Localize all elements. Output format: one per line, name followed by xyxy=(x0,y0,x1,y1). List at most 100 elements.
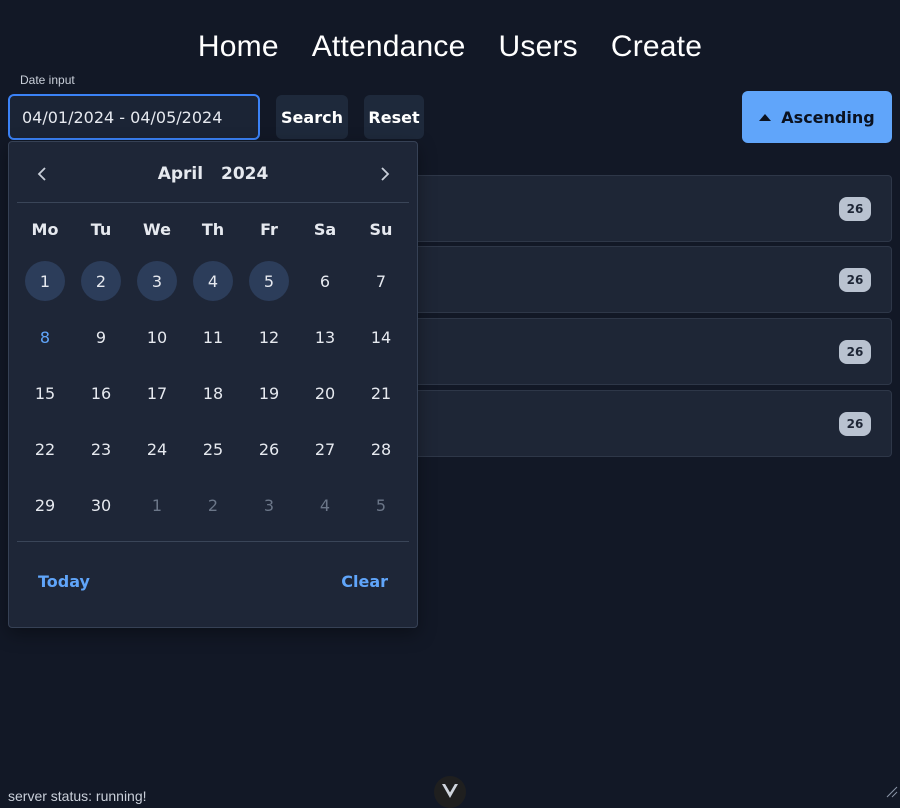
calendar-day[interactable]: 24 xyxy=(129,421,185,477)
reset-button[interactable]: Reset xyxy=(364,95,424,139)
calendar-day-number: 4 xyxy=(305,485,345,525)
nav-users[interactable]: Users xyxy=(499,30,578,64)
weekday-label: Su xyxy=(353,220,409,239)
date-range-input[interactable] xyxy=(8,94,260,140)
count-badge: 26 xyxy=(839,268,871,292)
calendar-day[interactable]: 1 xyxy=(17,253,73,309)
calendar-day-number: 17 xyxy=(137,373,177,413)
calendar-day-number: 15 xyxy=(25,373,65,413)
calendar-day[interactable]: 21 xyxy=(353,365,409,421)
calendar-day[interactable]: 26 xyxy=(241,421,297,477)
calendar-day-number: 14 xyxy=(361,317,401,357)
calendar-year[interactable]: 2024 xyxy=(221,164,268,184)
list-item[interactable]: 26 xyxy=(400,390,892,457)
calendar-day[interactable]: 3 xyxy=(129,253,185,309)
triangle-up-icon xyxy=(759,114,771,121)
chevron-right-icon xyxy=(379,166,391,182)
calendar-day[interactable]: 11 xyxy=(185,309,241,365)
calendar-day-number: 16 xyxy=(81,373,121,413)
calendar-day-number: 4 xyxy=(193,261,233,301)
calendar-day-number: 12 xyxy=(249,317,289,357)
calendar-day[interactable]: 20 xyxy=(297,365,353,421)
calendar-day-number: 1 xyxy=(25,261,65,301)
search-button[interactable]: Search xyxy=(276,95,348,139)
today-button[interactable]: Today xyxy=(38,572,90,591)
calendar-day[interactable]: 4 xyxy=(297,477,353,533)
calendar-day-number: 22 xyxy=(25,429,65,469)
calendar-day[interactable]: 29 xyxy=(17,477,73,533)
calendar-day-number: 1 xyxy=(137,485,177,525)
devtools-button[interactable] xyxy=(434,776,466,808)
calendar-day-number: 7 xyxy=(361,261,401,301)
calendar-day[interactable]: 16 xyxy=(73,365,129,421)
calendar-day[interactable]: 5 xyxy=(353,477,409,533)
calendar-day[interactable]: 2 xyxy=(185,477,241,533)
resize-grip-icon[interactable] xyxy=(884,784,898,798)
calendar-day-number: 27 xyxy=(305,429,345,469)
calendar-day-number: 3 xyxy=(137,261,177,301)
calendar-day[interactable]: 10 xyxy=(129,309,185,365)
calendar-month[interactable]: April xyxy=(158,164,203,184)
weekday-label: Th xyxy=(185,220,241,239)
calendar-day[interactable]: 25 xyxy=(185,421,241,477)
calendar-day-number: 2 xyxy=(81,261,121,301)
list-item[interactable]: 26 xyxy=(400,318,892,385)
weekday-label: Sa xyxy=(297,220,353,239)
calendar-day[interactable]: 1 xyxy=(129,477,185,533)
calendar-day[interactable]: 5 xyxy=(241,253,297,309)
day-grid: 1234567891011121314151617181920212223242… xyxy=(17,253,409,533)
calendar-day[interactable]: 19 xyxy=(241,365,297,421)
calendar-day[interactable]: 7 xyxy=(353,253,409,309)
calendar-day[interactable]: 4 xyxy=(185,253,241,309)
calendar-day[interactable]: 13 xyxy=(297,309,353,365)
calendar-day-number: 23 xyxy=(81,429,121,469)
calendar-title: April 2024 xyxy=(9,164,417,184)
date-input-label: Date input xyxy=(20,73,75,87)
calendar-day-number: 13 xyxy=(305,317,345,357)
calendar-day[interactable]: 9 xyxy=(73,309,129,365)
weekday-label: Tu xyxy=(73,220,129,239)
calendar-day[interactable]: 30 xyxy=(73,477,129,533)
calendar-day[interactable]: 8 xyxy=(17,309,73,365)
calendar-day-number: 2 xyxy=(193,485,233,525)
calendar-day[interactable]: 27 xyxy=(297,421,353,477)
nav-home[interactable]: Home xyxy=(198,30,279,64)
count-badge: 26 xyxy=(839,197,871,221)
clear-button[interactable]: Clear xyxy=(341,572,388,591)
calendar-day[interactable]: 23 xyxy=(73,421,129,477)
calendar-day[interactable]: 22 xyxy=(17,421,73,477)
calendar-header: April 2024 xyxy=(9,142,417,204)
calendar-day-number: 8 xyxy=(25,317,65,357)
calendar-day-number: 29 xyxy=(25,485,65,525)
sort-order-button[interactable]: Ascending xyxy=(742,91,892,143)
calendar-day-number: 19 xyxy=(249,373,289,413)
calendar-day-number: 30 xyxy=(81,485,121,525)
calendar-day-number: 9 xyxy=(81,317,121,357)
count-badge: 26 xyxy=(839,340,871,364)
weekday-label: Mo xyxy=(17,220,73,239)
calendar-day[interactable]: 28 xyxy=(353,421,409,477)
nav-attendance[interactable]: Attendance xyxy=(312,30,466,64)
calendar-day[interactable]: 6 xyxy=(297,253,353,309)
list-item[interactable]: 26 xyxy=(400,246,892,313)
list-item[interactable]: 26 xyxy=(400,175,892,242)
divider xyxy=(17,541,409,542)
calendar-day-number: 18 xyxy=(193,373,233,413)
count-badge: 26 xyxy=(839,412,871,436)
next-month-button[interactable] xyxy=(373,162,397,186)
calendar-day-number: 25 xyxy=(193,429,233,469)
calendar-day[interactable]: 2 xyxy=(73,253,129,309)
calendar-day[interactable]: 17 xyxy=(129,365,185,421)
calendar-day[interactable]: 14 xyxy=(353,309,409,365)
calendar-day-number: 6 xyxy=(305,261,345,301)
server-status-text: server status: running! xyxy=(8,788,147,804)
nav-create[interactable]: Create xyxy=(611,30,702,64)
calendar-day-number: 21 xyxy=(361,373,401,413)
weekday-header-row: MoTuWeThFrSaSu xyxy=(17,220,409,239)
calendar-day[interactable]: 15 xyxy=(17,365,73,421)
calendar-day[interactable]: 18 xyxy=(185,365,241,421)
calendar-day-number: 26 xyxy=(249,429,289,469)
calendar-day-number: 11 xyxy=(193,317,233,357)
calendar-day[interactable]: 12 xyxy=(241,309,297,365)
calendar-day[interactable]: 3 xyxy=(241,477,297,533)
